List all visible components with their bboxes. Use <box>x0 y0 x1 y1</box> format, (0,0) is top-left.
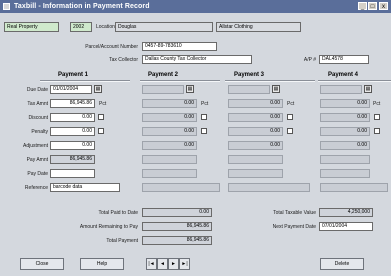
p4-pay-amount-field <box>320 155 370 164</box>
p2-pay-amount-field <box>142 155 197 164</box>
p4-penalty-field: 0.00 <box>320 127 370 136</box>
collector-label: Tax Collector <box>109 57 138 63</box>
location-label: Location <box>96 24 115 30</box>
p1-tax-amount-field[interactable]: 86,945.86 <box>50 99 95 108</box>
p4-pay-date-field <box>320 169 370 178</box>
parcel-number-field[interactable]: 0457-89-783610 <box>142 42 217 51</box>
p4-adjustment-field: 0.00 <box>320 141 370 150</box>
p1-pay-date-field[interactable] <box>50 169 95 178</box>
tax-amount-label: Tax Amnt <box>27 101 48 107</box>
p3-pay-amount-field <box>228 155 283 164</box>
p2-penalty-checkbox[interactable] <box>201 128 207 134</box>
p2-discount-checkbox[interactable] <box>201 114 207 120</box>
total-paid-label: Total Paid to Date <box>98 210 138 216</box>
payment-2-title: Payment 2 <box>148 72 179 78</box>
payment-record-window: Taxbill - Information in Payment Record … <box>0 0 391 276</box>
p4-reference-field <box>320 183 388 192</box>
pay-date-label: Pay Date <box>27 171 48 177</box>
reference-label: Reference <box>24 185 48 191</box>
p2-reference-field <box>142 183 220 192</box>
ap-number-field[interactable]: DAL4578 <box>319 55 369 64</box>
payment-3-divider <box>225 80 315 82</box>
total-taxable-label: Total Taxable Value <box>273 210 316 216</box>
p1-discount-checkbox[interactable] <box>98 114 104 120</box>
p4-due-date-field <box>320 85 362 94</box>
p3-calendar-icon: ▦ <box>272 85 280 93</box>
discount-label: Discount <box>28 115 48 121</box>
tax-collector-field[interactable]: Dallas County Tax Collector <box>142 55 252 64</box>
p3-reference-field <box>228 183 310 192</box>
year-field[interactable]: 2002 <box>70 22 92 32</box>
payment-4-title: Payment 4 <box>328 72 359 78</box>
pay-amount-label: Pay Amnt <box>26 157 48 163</box>
p1-pct-label: Pct <box>99 101 107 107</box>
delete-button[interactable]: Delete <box>320 258 364 270</box>
p2-pct-label: Pct <box>201 101 209 107</box>
due-date-label: Due Date <box>26 87 48 93</box>
help-button[interactable]: Help <box>80 258 124 270</box>
close-window-button[interactable]: x <box>379 2 388 10</box>
app-icon <box>3 3 10 10</box>
owner-field[interactable]: Allstar Clothing <box>216 22 301 32</box>
minimize-button[interactable]: _ <box>358 2 367 10</box>
p2-calendar-icon: ▦ <box>186 85 194 93</box>
first-record-button[interactable]: |◄ <box>146 258 157 270</box>
location-field[interactable]: Douglas <box>115 22 213 32</box>
amount-remaining-label: Amount Remaining to Pay <box>79 224 138 230</box>
p3-discount-checkbox[interactable] <box>287 114 293 120</box>
parcel-label: Parcel/Account Number <box>85 44 138 50</box>
p3-penalty-field: 0.00 <box>228 127 283 136</box>
p1-adjustment-field[interactable]: 0.00 <box>50 141 95 150</box>
p3-penalty-checkbox[interactable] <box>287 128 293 134</box>
window-title: Taxbill - Information in Payment Record <box>14 3 150 10</box>
p3-adjustment-field: 0.00 <box>228 141 283 150</box>
total-payment-label: Total Payment <box>106 238 138 244</box>
total-taxable-field: 4,250,000 <box>319 208 373 217</box>
close-button[interactable]: Close <box>20 258 64 270</box>
p3-due-date-field <box>228 85 270 94</box>
p1-penalty-checkbox[interactable] <box>98 128 104 134</box>
previous-record-button[interactable]: ◄ <box>157 258 168 270</box>
p2-adjustment-field: 0.00 <box>142 141 197 150</box>
p3-pay-date-field <box>228 169 283 178</box>
p4-penalty-checkbox[interactable] <box>374 128 380 134</box>
p2-penalty-field: 0.00 <box>142 127 197 136</box>
p2-tax-amount-field: 0.00 <box>142 99 197 108</box>
p2-due-date-field <box>142 85 184 94</box>
p3-tax-amount-field: 0.00 <box>228 99 283 108</box>
next-record-button[interactable]: ► <box>168 258 179 270</box>
p3-pct-label: Pct <box>287 101 295 107</box>
payment-3-title: Payment 3 <box>234 72 265 78</box>
p4-tax-amount-field: 0.00 <box>320 99 370 108</box>
p2-discount-field: 0.00 <box>142 113 197 122</box>
p4-discount-checkbox[interactable] <box>374 114 380 120</box>
total-payment-field: 86,945.86 <box>142 236 212 245</box>
adjustment-label: Adjustment <box>22 143 48 149</box>
p1-reference-field[interactable]: barcode data <box>50 183 120 192</box>
p1-calendar-icon[interactable]: ▦ <box>94 85 102 93</box>
property-type-field[interactable]: Real Property <box>4 22 59 32</box>
next-payment-label: Next Payment Date <box>272 224 316 230</box>
p3-discount-field: 0.00 <box>228 113 283 122</box>
p2-pay-date-field <box>142 169 197 178</box>
p1-due-date-field[interactable]: 01/01/2004 <box>50 85 92 94</box>
maximize-button[interactable]: □ <box>368 2 377 10</box>
amount-remaining-field: 86,945.86 <box>142 222 212 231</box>
p1-pay-amount-field: 86,945.86 <box>50 155 95 164</box>
title-bar: Taxbill - Information in Payment Record … <box>0 0 391 13</box>
p4-calendar-icon: ▦ <box>364 85 372 93</box>
payment-1-divider <box>40 80 130 82</box>
payment-1-title: Payment 1 <box>58 72 89 78</box>
last-record-button[interactable]: ►| <box>179 258 190 270</box>
p1-discount-field[interactable]: 0.00 <box>50 113 95 122</box>
p4-pct-label: Pct <box>373 101 381 107</box>
next-payment-date-field[interactable]: 07/01/2004 <box>319 222 373 231</box>
p1-penalty-field[interactable]: 0.00 <box>50 127 95 136</box>
penalty-label: Penalty <box>31 129 48 135</box>
total-paid-field: 0.00 <box>142 208 212 217</box>
payment-2-divider <box>140 80 220 82</box>
p4-discount-field: 0.00 <box>320 113 370 122</box>
ap-label: A/P # <box>303 57 316 63</box>
payment-4-divider <box>318 80 391 82</box>
